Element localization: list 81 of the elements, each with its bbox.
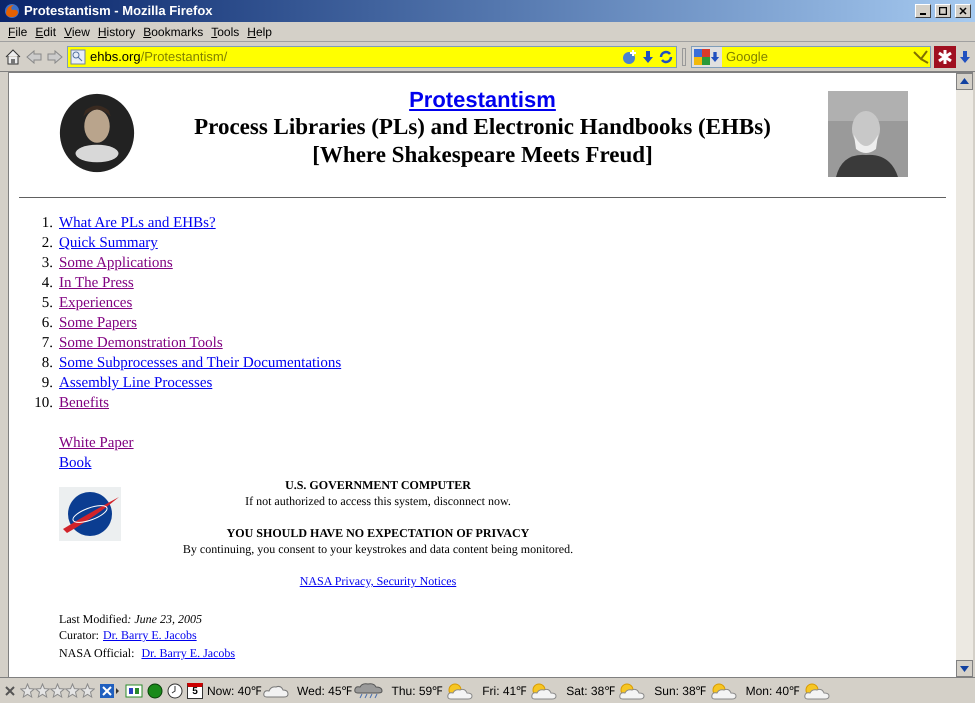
refresh-icon[interactable] — [658, 48, 674, 64]
list-number: 10. — [33, 394, 54, 413]
notice-heading: U.S. GOVERNMENT COMPUTER — [285, 477, 471, 493]
official-link[interactable]: Dr. Barry E. Jacobs — [141, 645, 236, 661]
search-input[interactable]: Google — [722, 46, 912, 66]
asterisk-icon[interactable] — [934, 46, 956, 68]
menu-item[interactable]: File — [4, 22, 32, 40]
list-number: 7. — [40, 334, 54, 353]
list-number: 4. — [40, 274, 54, 293]
list-number: 3. — [40, 254, 54, 273]
list-number: 2. — [40, 234, 54, 253]
scrollbar[interactable] — [956, 73, 973, 677]
window-title: Protestantism - Mozilla Firefox — [24, 2, 214, 20]
down-arrow-icon[interactable] — [642, 50, 654, 64]
scroll-up-icon[interactable] — [956, 73, 973, 90]
document-link[interactable]: White Paper — [59, 433, 134, 453]
contents-link[interactable]: Experiences — [59, 293, 132, 313]
search-engine-icon — [694, 48, 710, 64]
weather-forecast[interactable]: Mon: 40℉ — [746, 682, 799, 700]
weather-forecast[interactable]: Fri: 41℉ — [482, 682, 526, 700]
weather-forecast[interactable]: Sun: 38℉ — [654, 682, 706, 700]
down-arrow-icon[interactable] — [959, 50, 971, 64]
list-number: 1. — [40, 214, 54, 233]
contents-link[interactable]: Some Demonstration Tools — [59, 333, 223, 353]
contents-link[interactable]: Benefits — [59, 393, 109, 413]
weather-forecast[interactable]: Wed: 45℉ — [297, 682, 352, 700]
star-icon[interactable] — [35, 683, 50, 698]
minimize-icon[interactable] — [915, 4, 931, 18]
contents-link[interactable]: Some Subprocesses and Their Documentations — [59, 353, 342, 373]
menu-item[interactable]: Help — [243, 22, 276, 40]
browser-logo-icon — [4, 3, 20, 19]
rating-stars[interactable] — [20, 683, 95, 698]
weather-forecast[interactable]: Now: 40℉ — [207, 682, 262, 700]
down-arrow-icon — [710, 50, 720, 62]
home-icon[interactable] — [4, 48, 22, 66]
menu-item[interactable]: Edit — [31, 22, 60, 40]
page-title-link[interactable]: Protestantism — [409, 87, 556, 113]
page-subtitle: Process Libraries (PLs) and Electronic Handbooks (EHBs) — [194, 113, 771, 141]
contents-link[interactable]: What Are PLs and EHBs? — [59, 213, 216, 233]
list-number: 6. — [40, 314, 54, 333]
list-number: 8. — [40, 354, 54, 373]
star-icon[interactable] — [80, 683, 95, 698]
official-label: NASA Official: — [59, 645, 134, 661]
calendar-icon[interactable]: 5 — [187, 682, 203, 698]
scroll-down-icon[interactable] — [956, 660, 973, 677]
globe-plus-icon[interactable] — [622, 48, 638, 64]
contents-link[interactable]: Some Papers — [59, 313, 137, 333]
privacy-heading: YOU SHOULD HAVE NO EXPECTATION OF PRIVACY — [226, 525, 530, 541]
cloud-icon — [263, 684, 290, 698]
list-number: 5. — [40, 294, 54, 313]
contents-link[interactable]: Some Applications — [59, 253, 173, 273]
curator-link[interactable]: Dr. Barry E. Jacobs — [103, 627, 197, 643]
contents-link[interactable]: In The Press — [59, 273, 134, 293]
star-icon[interactable] — [50, 683, 65, 698]
search-engine-button[interactable] — [692, 46, 722, 66]
menu-item[interactable]: View — [60, 22, 94, 40]
address-text: ehbs.org/Protestantism/ — [90, 48, 228, 66]
page-tagline: [Where Shakespeare Meets Freud] — [312, 141, 653, 169]
address-field[interactable]: ehbs.org/Protestantism/ — [67, 46, 677, 68]
menu-item[interactable]: History — [94, 22, 140, 40]
weather-forecast[interactable]: Sat: 38℉ — [566, 682, 614, 700]
curator-label: Curator: — [59, 627, 99, 643]
privacy-notices-link[interactable]: NASA Privacy, Security Notices — [300, 573, 456, 589]
search-field[interactable]: Google — [691, 46, 931, 68]
privacy-text: By continuing, you consent to your keystrokes and data content being monitored. — [182, 541, 574, 557]
star-icon[interactable] — [65, 683, 80, 698]
agency-logo — [59, 487, 121, 541]
contents-link[interactable]: Assembly Line Processes — [59, 373, 212, 393]
document-link[interactable]: Book — [59, 453, 92, 473]
list-number: 9. — [40, 374, 54, 393]
menu-item[interactable]: Bookmarks — [139, 22, 208, 40]
clock-icon[interactable] — [167, 682, 183, 698]
last-modified-text: Last Modified: June 23, 2005 — [59, 611, 203, 627]
star-icon[interactable] — [20, 683, 35, 698]
menu-item[interactable]: Tools — [207, 22, 244, 40]
contents-link[interactable]: Quick Summary — [59, 233, 158, 253]
maximize-icon[interactable] — [935, 4, 951, 18]
page-icon — [70, 48, 86, 64]
weather-forecast[interactable]: Thu: 59℉ — [392, 682, 442, 700]
rain-cloud-icon — [354, 682, 384, 698]
notice-text: If not authorized to access this system, disconnect now. — [245, 493, 511, 509]
